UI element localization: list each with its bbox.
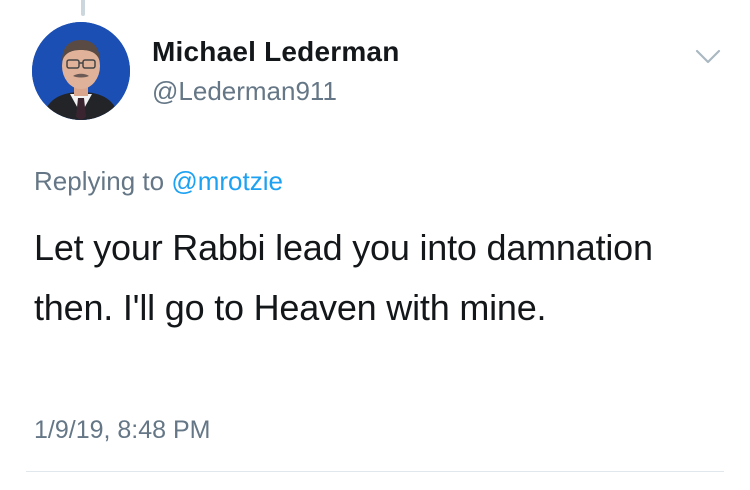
author-handle[interactable]: @Lederman911 xyxy=(152,76,337,107)
author-display-name[interactable]: Michael Lederman xyxy=(152,36,400,68)
tweet-text: Let your Rabbi lead you into damnation t… xyxy=(34,227,653,328)
replying-to-label: Replying to xyxy=(34,166,165,196)
tweet-menu-button[interactable] xyxy=(692,44,724,68)
avatar[interactable] xyxy=(32,22,130,120)
tweet-timestamp[interactable]: 1/9/19, 8:48 PM xyxy=(34,416,211,445)
thread-connector-line xyxy=(81,0,85,16)
replying-to-line: Replying to @mrotzie xyxy=(34,166,283,197)
chevron-down-icon xyxy=(695,49,721,64)
reply-mention-link[interactable]: @mrotzie xyxy=(171,166,283,196)
profile-photo-icon xyxy=(32,22,130,120)
divider xyxy=(26,471,724,472)
